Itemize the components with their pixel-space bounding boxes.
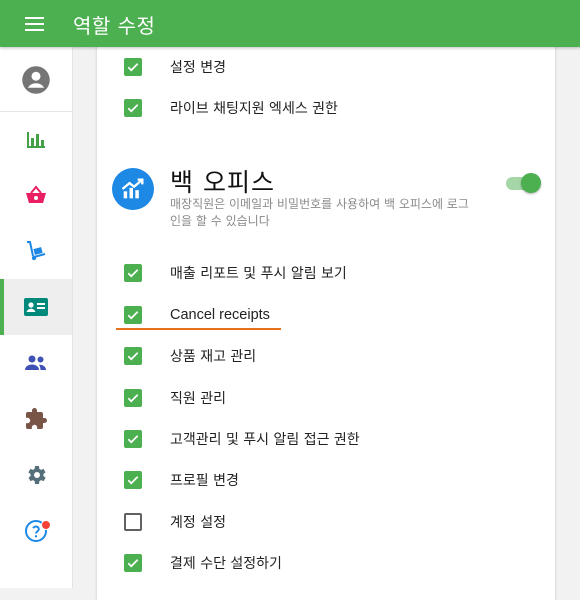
hand-truck-icon[interactable] [0,223,72,279]
section-title: 백 오피스 [170,168,275,197]
bar-chart-icon[interactable] [0,112,72,168]
permission-label: 고객관리 및 푸시 알림 접근 권한 [170,432,360,448]
permission-row[interactable]: 프로필 변경 [124,469,239,491]
checkbox[interactable] [124,554,142,572]
permission-row[interactable]: Cancel receipts [124,304,270,326]
permission-label: Cancel receipts [170,307,270,323]
back-office-toggle[interactable] [504,173,541,193]
checkbox[interactable] [124,99,142,117]
role-edit-panel [97,40,555,600]
permission-row[interactable]: 직원 관리 [124,387,226,409]
checkbox[interactable] [124,471,142,489]
checkbox[interactable] [124,306,142,324]
permission-row[interactable]: 계정 설정 [124,511,226,533]
section-description: 매장직원은 이메일과 비밀번호를 사용하여 백 오피스에 로그인을 할 수 있습… [170,197,469,228]
notification-dot [41,520,51,530]
permission-label: 라이브 채팅지원 엑세스 권한 [170,101,338,117]
permission-label: 상품 재고 관리 [170,349,257,365]
basket-icon[interactable] [0,167,72,223]
permission-label: 직원 관리 [170,391,226,407]
checkbox[interactable] [124,430,142,448]
permission-row[interactable]: 라이브 채팅지원 엑세스 권한 [124,97,338,119]
puzzle-icon[interactable] [0,391,72,447]
account-circle-icon[interactable] [0,52,72,108]
checkbox[interactable] [124,513,142,531]
toggle-knob [521,173,541,193]
people-icon[interactable] [0,335,72,391]
menu-icon[interactable] [22,14,48,34]
trending-chart-icon [112,168,154,210]
sidebar [0,47,73,588]
checkbox[interactable] [124,58,142,76]
permission-label: 매출 리포트 및 푸시 알림 보기 [170,266,347,282]
checkbox[interactable] [124,264,142,282]
checkbox[interactable] [124,389,142,407]
permission-label: 프로필 변경 [170,473,239,489]
permission-label: 결제 수단 설정하기 [170,556,282,572]
permission-row[interactable]: 매출 리포트 및 푸시 알림 보기 [124,262,347,284]
permission-row[interactable]: 고객관리 및 푸시 알림 접근 권한 [124,428,360,450]
permission-row[interactable]: 결제 수단 설정하기 [124,552,282,574]
help-icon[interactable] [0,503,72,559]
gear-icon[interactable] [0,447,72,503]
page-title: 역할 수정 [73,14,156,38]
contact-card-icon[interactable] [0,279,72,335]
permission-label: 설정 변경 [170,60,226,76]
permission-row[interactable]: 상품 재고 관리 [124,345,256,367]
app-bar: 역할 수정 [0,0,580,47]
highlight-underline [116,328,281,330]
permission-row[interactable]: 설정 변경 [124,56,226,78]
permission-label: 계정 설정 [170,515,226,531]
checkbox[interactable] [124,347,142,365]
